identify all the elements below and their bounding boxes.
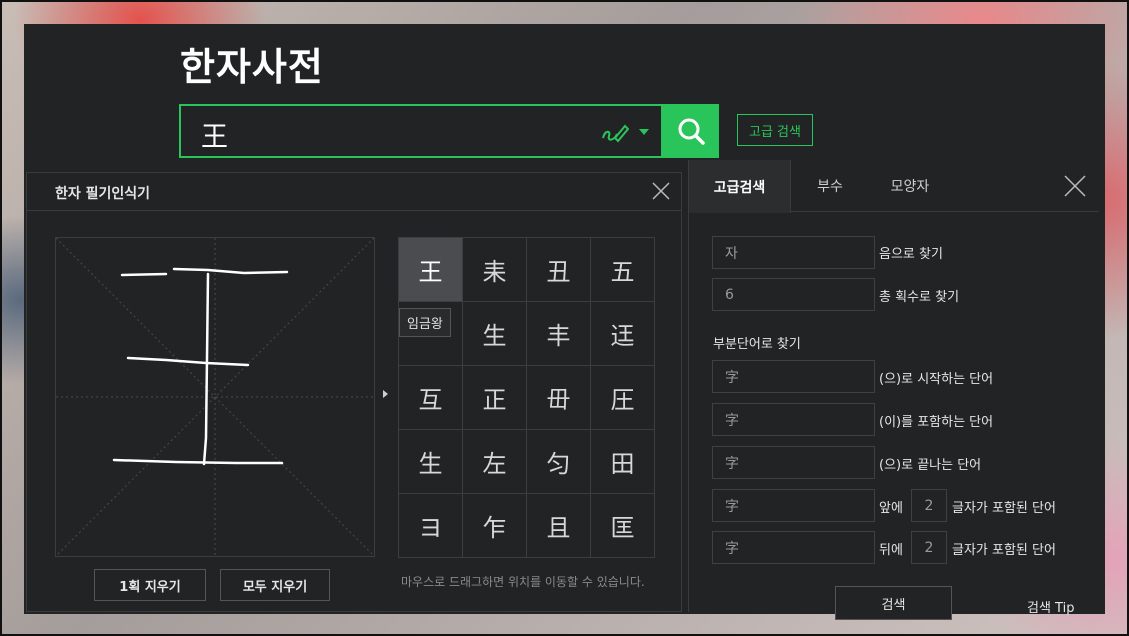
search-input-value: 王 <box>201 122 228 153</box>
back-word-field[interactable]: 字 <box>712 531 875 564</box>
front-count-field[interactable]: 2 <box>911 489 947 522</box>
candidate-cell[interactable]: 左 <box>463 430 527 494</box>
handwriting-pen-icon[interactable] <box>601 120 629 144</box>
close-icon[interactable] <box>651 181 671 201</box>
front-prefix-label: 앞에 <box>879 501 903 516</box>
advanced-search-button[interactable]: 검색 <box>835 586 952 620</box>
close-icon[interactable] <box>1063 174 1087 198</box>
page-title: 한자사전 <box>180 45 324 89</box>
candidate-cell[interactable]: 王 <box>399 238 463 302</box>
candidate-cell[interactable]: 耒 <box>463 238 527 302</box>
tab-advanced[interactable]: 고급검색 <box>689 160 791 213</box>
candidate-cell[interactable]: 五 <box>591 238 655 302</box>
candidate-cell[interactable]: 互 <box>399 366 463 430</box>
sound-label: 음으로 찾기 <box>879 247 943 262</box>
panel-title: 한자 필기인식기 <box>55 186 151 202</box>
back-prefix-label: 뒤에 <box>879 543 903 558</box>
back-suffix-label: 글자가 포함된 단어 <box>952 543 1056 558</box>
candidate-cell[interactable]: 丰 <box>527 302 591 366</box>
handwriting-recognizer-panel: 한자 필기인식기 王 耒 丑 五 生 丰 迋 互 正 毌 圧 生 左 匀 田 ヨ… <box>26 172 682 612</box>
search-input[interactable]: 王 <box>179 104 663 158</box>
candidate-grid: 王 耒 丑 五 生 丰 迋 互 正 毌 圧 生 左 匀 田 ヨ 乍 且 匡 <box>398 237 655 558</box>
ends-with-field[interactable]: 字 <box>712 446 875 479</box>
search-button[interactable] <box>663 104 719 158</box>
drawing-canvas[interactable] <box>55 237 375 557</box>
tab-radical[interactable]: 부수 <box>791 160 869 212</box>
search-icon <box>678 118 705 145</box>
candidate-cell[interactable]: 正 <box>463 366 527 430</box>
candidate-cell[interactable]: 毌 <box>527 366 591 430</box>
search-tip-link[interactable]: 검색 Tip <box>1027 597 1074 616</box>
candidate-cell[interactable]: ヨ <box>399 494 463 558</box>
sound-field[interactable]: 자 <box>712 236 875 269</box>
candidate-cell[interactable]: 乍 <box>463 494 527 558</box>
front-word-field[interactable]: 字 <box>712 489 875 522</box>
candidate-cell[interactable]: 且 <box>527 494 591 558</box>
candidate-cell[interactable]: 生 <box>463 302 527 366</box>
candidate-cell[interactable]: 迋 <box>591 302 655 366</box>
drag-hint: 마우스로 드래그하면 위치를 이동할 수 있습니다. <box>401 575 645 589</box>
candidate-cell[interactable]: 丑 <box>527 238 591 302</box>
starts-with-field[interactable]: 字 <box>712 360 875 393</box>
contains-label: (이)를 포함하는 단어 <box>879 415 994 430</box>
back-count-field[interactable]: 2 <box>911 531 947 564</box>
clear-stroke-button[interactable]: 1획 지우기 <box>94 569 206 601</box>
ends-with-label: (으)로 끝나는 단어 <box>879 458 982 473</box>
handwriting-strokes <box>55 237 375 557</box>
front-suffix-label: 글자가 포함된 단어 <box>952 501 1056 516</box>
chevron-right-icon <box>383 390 388 398</box>
advanced-search-link[interactable]: 고급 검색 <box>737 114 813 146</box>
clear-all-button[interactable]: 모두 지우기 <box>220 569 330 601</box>
candidate-cell[interactable]: 匀 <box>527 430 591 494</box>
tab-bar: 고급검색 부수 모양자 <box>689 160 1099 213</box>
candidate-cell[interactable]: 匡 <box>591 494 655 558</box>
stroke-count-label: 총 획수로 찾기 <box>879 290 960 305</box>
stroke-count-field[interactable]: 6 <box>712 278 875 311</box>
tab-shape[interactable]: 모양자 <box>869 160 951 212</box>
starts-with-label: (으)로 시작하는 단어 <box>879 372 994 387</box>
candidate-cell[interactable]: 田 <box>591 430 655 494</box>
candidate-tooltip: 임금왕 <box>399 308 451 337</box>
partial-word-title: 부분단어로 찾기 <box>713 337 801 352</box>
candidate-cell[interactable]: 圧 <box>591 366 655 430</box>
chevron-down-icon[interactable] <box>639 129 649 135</box>
candidate-cell[interactable]: 生 <box>399 430 463 494</box>
panel-header: 한자 필기인식기 <box>27 173 681 211</box>
contains-field[interactable]: 字 <box>712 403 875 436</box>
advanced-search-panel: 고급검색 부수 모양자 자 음으로 찾기 6 총 획수로 찾기 부분단어로 찾기… <box>688 160 1099 620</box>
